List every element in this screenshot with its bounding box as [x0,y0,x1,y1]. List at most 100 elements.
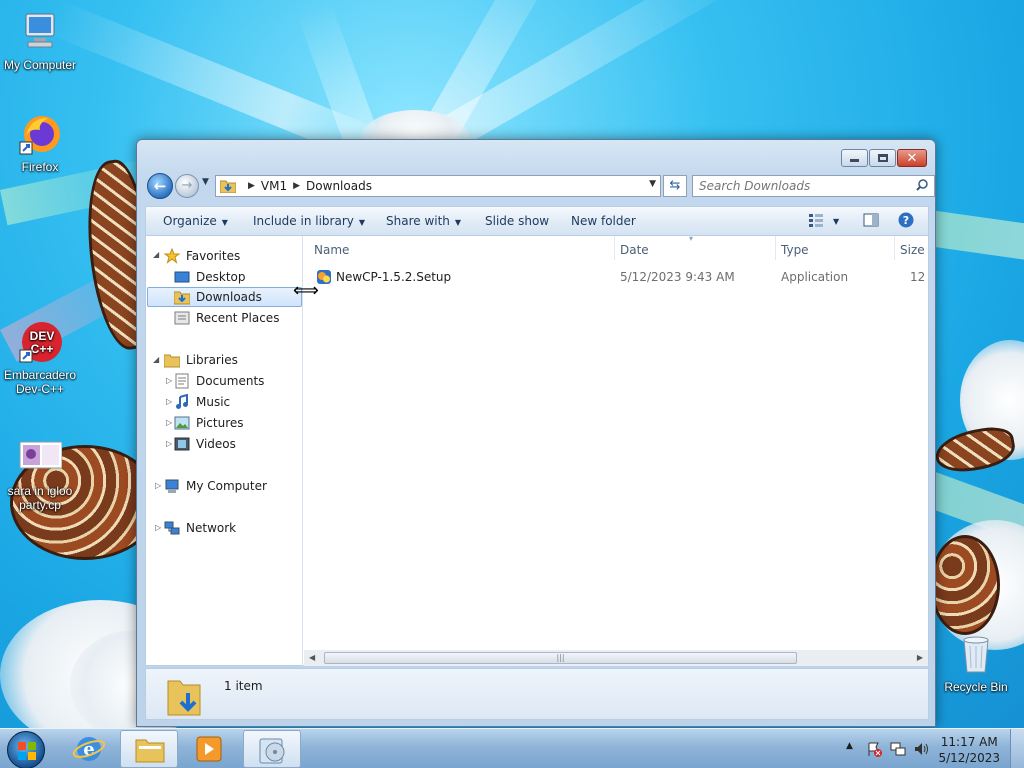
media-player-icon [196,736,222,762]
desktop-icon-label: Firefox [21,160,59,174]
preview-pane-icon[interactable] [863,213,879,227]
action-center-flag-icon[interactable] [866,741,882,757]
clock[interactable]: 11:17 AM 5/12/2023 [938,734,1000,766]
nav-favorites[interactable]: Favorites [163,246,240,266]
caption-buttons: ✕ [840,149,927,167]
nav-music[interactable]: Music [174,392,230,412]
file-row[interactable]: NewCP-1.5.2.Setup 5/12/2023 9:43 AM Appl… [304,266,930,288]
nav-label: Videos [196,437,236,451]
scroll-left-icon[interactable]: ◀ [309,653,315,662]
resize-cursor-icon: ⟺ [293,280,319,301]
recycle-bin-icon [954,632,998,676]
firefox-icon [18,112,62,156]
nav-downloads[interactable]: Downloads [147,287,302,307]
maximize-button[interactable] [869,149,896,167]
column-header-name[interactable]: Name [314,243,349,257]
taskbar-windows-explorer[interactable] [120,730,178,768]
desktop-icon-devcpp[interactable]: DEV C++ Embarcadero Dev-C++ [0,320,80,396]
windows-logo-icon [18,742,36,760]
explorer-window: ✕ ← → ▼ ▶ VM1 ▶ Downloads ▼ ⇆ Organize ▼ … [136,139,936,727]
maximize-icon [877,154,888,162]
search-box[interactable] [692,175,935,197]
network-tray-icon[interactable] [890,741,906,757]
help-icon[interactable]: ? [898,212,914,228]
expand-arrow-icon[interactable]: ▷ [155,523,161,532]
forward-button[interactable]: → [175,174,199,198]
refresh-button[interactable]: ⇆ [663,175,687,197]
nav-pictures[interactable]: Pictures [174,413,244,433]
expand-arrow-icon[interactable]: ▷ [166,376,172,385]
nav-network[interactable]: Network [164,518,236,538]
disc-burn-icon [259,738,285,764]
desktop-icon-my-computer[interactable]: My Computer [0,10,80,72]
svg-text:?: ? [903,214,909,227]
documents-icon [174,373,190,389]
recent-pages-dropdown[interactable]: ▼ [202,177,209,187]
search-input[interactable] [699,179,899,193]
column-header-type[interactable]: Type [781,243,809,257]
close-button[interactable]: ✕ [897,149,927,167]
nav-recent-places[interactable]: Recent Places [174,308,279,328]
network-icon [164,520,180,536]
taskbar-disc-app[interactable] [243,730,301,768]
column-separator[interactable] [614,236,615,260]
volume-icon[interactable] [913,741,929,757]
column-header-size[interactable]: Size [900,243,925,257]
expand-arrow-icon[interactable]: ▷ [166,397,172,406]
share-with-menu[interactable]: Share with ▼ [386,214,461,228]
folder-download-icon [173,289,191,305]
back-button[interactable]: ← [147,173,173,199]
share-with-label: Share with [386,214,450,228]
column-separator[interactable] [775,236,776,260]
column-header-date[interactable]: Date [620,243,649,257]
address-bar[interactable]: ▶ VM1 ▶ Downloads ▼ [215,175,661,197]
file-list: Name Date ▾ Type Size NewCP-1.5.2.Setup … [304,236,930,667]
minimize-button[interactable] [841,149,868,167]
breadcrumb-vm1[interactable]: VM1 [261,179,287,193]
taskbar-internet-explorer[interactable]: e [60,730,118,768]
nav-libraries[interactable]: Libraries [163,350,238,370]
desktop-icon-label: Embarcadero Dev-C++ [3,368,77,396]
column-separator[interactable] [894,236,895,260]
desktop-icon-recycle-bin[interactable]: Recycle Bin [936,632,1016,694]
scroll-right-icon[interactable]: ▶ [917,653,923,662]
desktop-icon-label: sara in igloo party.cp [7,484,73,512]
taskbar-media-player[interactable] [180,730,238,768]
nav-desktop[interactable]: Desktop [174,267,246,287]
view-options-dropdown[interactable]: ▼ [833,217,839,226]
nav-videos[interactable]: Videos [174,434,236,454]
change-view-icon[interactable] [808,213,824,227]
collapse-arrow-icon[interactable]: ◢ [153,355,159,364]
chevron-down-icon[interactable]: ▼ [649,179,656,189]
title-bar[interactable]: ✕ [137,140,935,172]
expand-arrow-icon[interactable]: ▷ [155,481,161,490]
organize-menu[interactable]: Organize ▼ [163,214,228,228]
chevron-down-icon: ▼ [221,218,228,227]
slide-show-button[interactable]: Slide show [485,214,549,228]
desktop-icon-firefox[interactable]: Firefox [0,112,80,174]
show-hidden-icons-button[interactable]: ▲ [846,741,853,751]
expand-arrow-icon[interactable]: ▷ [166,439,172,448]
horizontal-scrollbar[interactable]: ◀ ||| ▶ [304,650,928,666]
minimize-icon [850,159,859,162]
star-icon [163,247,181,264]
nav-label: My Computer [186,479,267,493]
breadcrumb-separator-icon[interactable]: ▶ [248,181,255,191]
music-icon [174,393,190,410]
refresh-icon: ⇆ [669,178,681,193]
nav-my-computer[interactable]: My Computer [164,476,267,496]
nav-documents[interactable]: Documents [174,371,264,391]
scrollbar-thumb[interactable]: ||| [324,652,797,664]
breadcrumb-downloads[interactable]: Downloads [306,179,372,193]
include-in-library-menu[interactable]: Include in library ▼ [253,214,365,228]
internet-explorer-icon: e [72,737,106,761]
show-desktop-button[interactable] [1010,729,1024,768]
nav-label: Downloads [196,290,262,304]
item-count: 1 item [224,679,263,693]
start-button[interactable] [7,731,45,768]
expand-arrow-icon[interactable]: ▷ [166,418,172,427]
desktop-icon-sara-file[interactable]: sara in igloo party.cp [0,436,80,512]
collapse-arrow-icon[interactable]: ◢ [153,250,159,259]
new-folder-button[interactable]: New folder [571,214,636,228]
breadcrumb-separator-icon[interactable]: ▶ [293,181,300,191]
